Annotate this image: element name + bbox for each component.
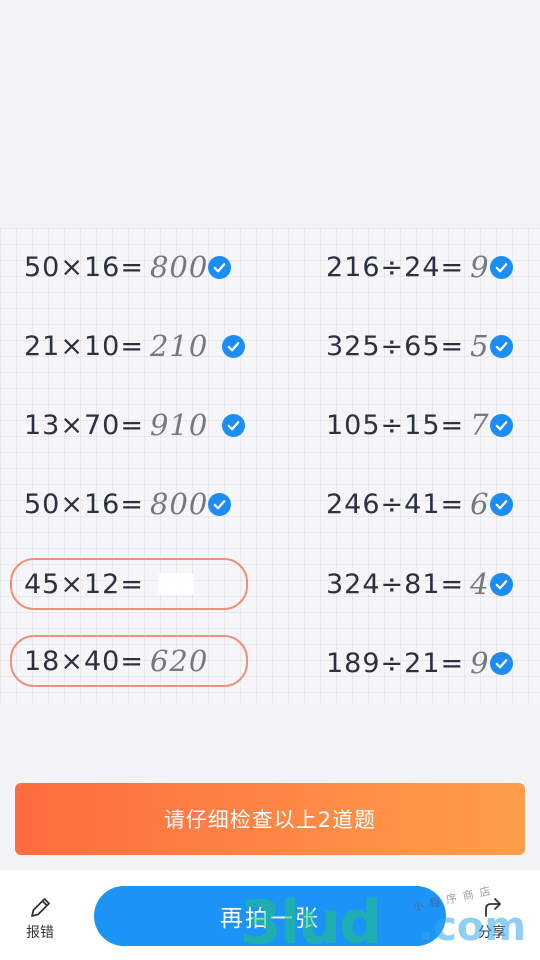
problem-answer: 210 bbox=[149, 329, 209, 363]
problem-expression: 324÷81= bbox=[326, 568, 465, 600]
problem-answer: 620 bbox=[149, 644, 209, 678]
problem-expression: 50×16= bbox=[24, 488, 144, 520]
report-error-label: 报错 bbox=[26, 925, 54, 941]
problem-expression: 18×40= bbox=[24, 645, 144, 677]
problem-answer: 9 bbox=[470, 250, 490, 284]
problem-5: 13×70= 910 bbox=[24, 403, 246, 447]
problem-answer: 9 bbox=[470, 646, 490, 680]
problem-9: 45×12= bbox=[24, 562, 194, 606]
problem-expression: 50×16= bbox=[24, 251, 144, 283]
check-icon bbox=[489, 413, 513, 437]
problem-expression: 325÷65= bbox=[326, 330, 465, 362]
report-error-button[interactable]: 报错 bbox=[26, 894, 54, 942]
problem-3: 21×10= 210 bbox=[24, 324, 246, 368]
problem-answer: 800 bbox=[149, 487, 209, 521]
problem-expression: 189÷21= bbox=[326, 647, 465, 679]
problem-4: 325÷65= 5 bbox=[326, 324, 513, 368]
share-arrow-icon bbox=[485, 898, 501, 917]
problem-answer: 4 bbox=[470, 567, 490, 601]
problem-12: 189÷21= 9 bbox=[326, 641, 513, 685]
problem-answer: 800 bbox=[149, 250, 209, 284]
problem-expression: 13×70= bbox=[24, 409, 144, 441]
review-banner[interactable]: 请仔细检查以上2道题 bbox=[15, 783, 525, 855]
problem-7: 50×16= 800 bbox=[24, 482, 232, 526]
check-icon bbox=[222, 334, 246, 358]
worksheet-photo: 50×16= 800 216÷24= 9 21×10= 210 325÷65= … bbox=[0, 228, 540, 704]
problem-expression: 105÷15= bbox=[326, 409, 465, 441]
problem-expression: 21×10= bbox=[24, 330, 144, 362]
problem-8: 246÷41= 6 bbox=[326, 482, 513, 526]
problem-1: 50×16= 800 bbox=[24, 245, 232, 289]
check-icon bbox=[222, 413, 246, 437]
pencil-icon bbox=[31, 898, 50, 917]
check-icon bbox=[489, 572, 513, 596]
problem-6: 105÷15= 7 bbox=[326, 403, 513, 447]
share-label: 分享 bbox=[478, 925, 506, 941]
check-icon bbox=[489, 651, 513, 675]
check-icon bbox=[489, 334, 513, 358]
check-icon bbox=[208, 492, 232, 516]
retake-photo-button[interactable]: 再拍一张 bbox=[94, 886, 446, 946]
blurred-answer bbox=[157, 573, 194, 595]
problem-answer: 6 bbox=[470, 487, 490, 521]
problem-expression: 45×12= bbox=[24, 568, 144, 600]
check-icon bbox=[208, 255, 232, 279]
problem-answer: 7 bbox=[470, 408, 490, 442]
problem-answer: 910 bbox=[149, 408, 209, 442]
problem-11: 18×40= 620 bbox=[24, 639, 208, 683]
problem-10: 324÷81= 4 bbox=[326, 562, 513, 606]
problem-answer: 5 bbox=[470, 329, 490, 363]
problem-expression: 216÷24= bbox=[326, 251, 465, 283]
share-button[interactable]: 分享 bbox=[478, 894, 506, 942]
problem-expression: 246÷41= bbox=[326, 488, 465, 520]
check-icon bbox=[489, 255, 513, 279]
check-icon bbox=[489, 492, 513, 516]
problem-2: 216÷24= 9 bbox=[326, 245, 513, 289]
page: 50×16= 800 216÷24= 9 21×10= 210 325÷65= … bbox=[0, 0, 540, 960]
